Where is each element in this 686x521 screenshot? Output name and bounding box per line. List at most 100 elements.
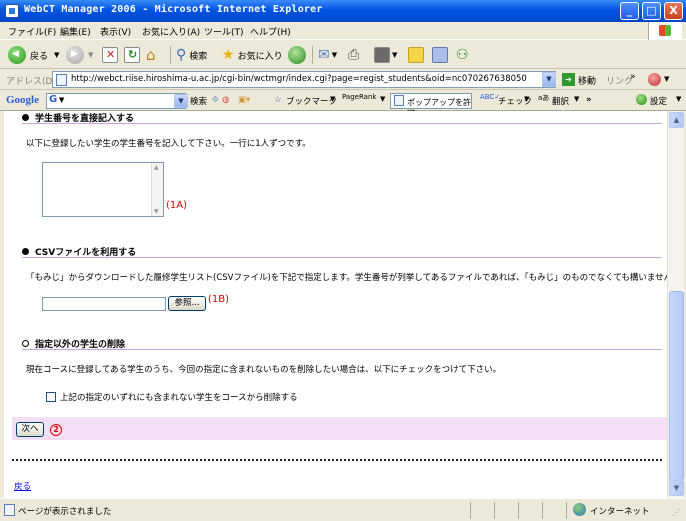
scroll-down-icon[interactable]: ▼ [669, 480, 684, 496]
status-divider [566, 502, 567, 519]
page-icon [56, 74, 67, 86]
pagerank-dropdown-icon[interactable]: ▼ [380, 95, 385, 103]
scroll-thumb[interactable] [669, 291, 684, 481]
back-link[interactable]: 戻る [14, 480, 31, 492]
google-logo[interactable]: Google [6, 94, 39, 106]
google-search-input[interactable]: G ▼ [46, 93, 186, 109]
bookmark-star-icon: ☆ [274, 95, 282, 105]
security-zone: インターネット [590, 507, 650, 517]
stop-icon: ✕ [102, 47, 118, 63]
print-icon: ⎙ [348, 47, 360, 63]
pagerank-button[interactable]: PageRank [342, 93, 376, 101]
menu-file[interactable]: ファイル(F) [8, 25, 56, 38]
page-scrollbar[interactable]: ▲ ▼ [667, 111, 684, 498]
submit-area [12, 417, 667, 440]
delete-unlisted-label[interactable]: 上記の指定のいずれにも含まれない学生をコースから削除する [60, 391, 298, 403]
bookmarks-dropdown-icon[interactable]: ▼ [330, 95, 335, 103]
resize-grip-icon[interactable]: ⋰ [672, 508, 680, 517]
home-button[interactable]: ⌂ [146, 44, 156, 66]
history-icon [288, 46, 306, 64]
extension-dropdown-icon[interactable]: ▼ [664, 75, 669, 83]
scroll-up-icon[interactable]: ▲ [669, 112, 684, 128]
edit-button[interactable]: ▼ [374, 44, 397, 66]
google-spaces-icon[interactable]: ▣▾ [238, 95, 250, 105]
go-button[interactable]: 移動 [578, 74, 596, 87]
research-icon [432, 47, 448, 63]
status-divider [470, 502, 471, 519]
address-input[interactable]: http://webct.riise.hiroshima-u.ac.jp/cgi… [52, 71, 556, 88]
google-g-icon: G [49, 94, 58, 105]
refresh-button[interactable]: ↻ [124, 44, 140, 66]
menu-help[interactable]: ヘルプ(H) [250, 25, 291, 38]
menu-edit[interactable]: 編集(E) [60, 25, 91, 38]
research-button[interactable] [432, 44, 448, 66]
windows-logo-icon [648, 22, 682, 40]
edit-icon [374, 47, 390, 63]
close-button[interactable]: X [664, 2, 683, 20]
go-arrow-icon[interactable]: ➔ [562, 73, 575, 86]
discuss-icon [408, 47, 424, 63]
google-pagerank-icon[interactable]: ◍ [222, 95, 229, 105]
next-button[interactable]: 次へ [16, 422, 44, 437]
page-content: 学生番号を直接記入する 以下に登録したい学生の学生番号を記入して下さい。一行に1… [4, 111, 667, 498]
marker-1b: (1B) [208, 294, 230, 305]
forward-button[interactable]: ▼ [66, 44, 93, 66]
section-divider [22, 349, 662, 350]
bullet-filled-icon [22, 248, 29, 255]
google-g-dropdown-icon[interactable]: ▼ [59, 96, 64, 104]
discuss-button[interactable] [408, 44, 424, 66]
student-number-textarea[interactable]: ▲ ▼ [42, 162, 164, 217]
messenger-button[interactable]: ⚇ [456, 44, 469, 66]
back-button[interactable]: 戻る ▼ [8, 44, 59, 66]
spellcheck-dropdown-icon[interactable]: ▼ [524, 95, 529, 103]
internet-zone-icon [573, 503, 586, 516]
more-links-icon[interactable]: » [630, 72, 636, 82]
translate-icon: aあ [538, 94, 550, 102]
browse-button[interactable]: 参照... [168, 296, 206, 311]
menu-favorites[interactable]: お気に入り(A) [142, 25, 200, 38]
messenger-icon: ⚇ [456, 47, 469, 63]
favorites-label: お気に入り [237, 51, 283, 62]
google-search-dropdown-icon[interactable]: ▼ [174, 94, 188, 108]
home-icon: ⌂ [146, 46, 156, 64]
extension-icon[interactable] [648, 73, 661, 86]
status-divider [518, 502, 519, 519]
status-bar: ページが表示されました インターネット ⋰ [0, 498, 686, 521]
mail-button[interactable]: ✉ ▼ [318, 44, 337, 66]
translate-dropdown-icon[interactable]: ▼ [574, 95, 579, 103]
forward-dropdown-icon[interactable]: ▼ [88, 51, 93, 59]
ie-icon [5, 4, 19, 18]
mail-dropdown-icon[interactable]: ▼ [332, 51, 337, 59]
google-news-icon[interactable]: ⟐ [212, 95, 219, 105]
settings-dropdown-icon[interactable]: ▼ [676, 95, 681, 103]
mail-icon: ✉ [318, 47, 330, 63]
dotted-divider [12, 459, 662, 461]
more-icon[interactable]: » [586, 95, 592, 105]
history-button[interactable] [288, 44, 306, 66]
settings-button[interactable]: 設定 [650, 95, 667, 107]
address-bar: アドレス(D) http://webct.riise.hiroshima-u.a… [0, 70, 686, 90]
popup-blocker-button[interactable]: ポップアップを許可 [390, 93, 472, 118]
textarea-scrollbar[interactable]: ▲ ▼ [151, 163, 163, 216]
delete-unlisted-checkbox[interactable] [46, 392, 56, 402]
menu-view[interactable]: 表示(V) [100, 25, 131, 38]
google-search-button[interactable]: 検索 [190, 95, 207, 107]
favorites-button[interactable]: ★ お気に入り [222, 44, 283, 66]
minimize-button[interactable]: _ [620, 2, 639, 20]
section3-instruction: 現在コースに登録してある学生のうち、今回の指定に含まれないものを削除したい場合は… [26, 365, 502, 375]
address-dropdown-icon[interactable]: ▼ [542, 72, 556, 87]
marker-2: 2 [50, 424, 62, 436]
status-text: ページが表示されました [18, 507, 112, 517]
translate-button[interactable]: 翻訳 [552, 95, 569, 107]
csv-file-input[interactable] [42, 297, 166, 311]
refresh-icon: ↻ [124, 47, 140, 63]
maximize-button[interactable]: □ [642, 2, 661, 20]
links-label[interactable]: リンク [606, 74, 633, 87]
forward-arrow-icon [66, 46, 84, 64]
stop-button[interactable]: ✕ [102, 44, 118, 66]
edit-dropdown-icon[interactable]: ▼ [392, 51, 397, 59]
search-button[interactable]: ⚲ 検索 [176, 44, 207, 66]
print-button[interactable]: ⎙ [348, 44, 359, 66]
menu-tools[interactable]: ツール(T) [204, 25, 244, 38]
back-dropdown-icon[interactable]: ▼ [54, 51, 59, 59]
